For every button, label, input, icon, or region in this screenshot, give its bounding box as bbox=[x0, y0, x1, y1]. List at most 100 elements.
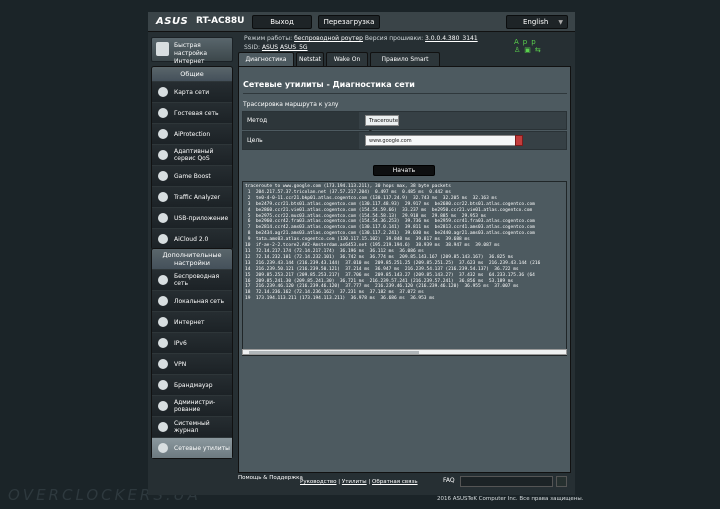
sidebar-item-guest-network[interactable]: Гостевая сеть bbox=[152, 102, 232, 123]
diagnostic-output[interactable]: traceroute to www.google.com (173.194.11… bbox=[242, 181, 567, 356]
status-bar: Режим работы: беспроводной роутер Версия… bbox=[244, 34, 478, 52]
wizard-icon bbox=[156, 42, 169, 56]
tab-wake-on-lan[interactable]: Wake On LAN bbox=[326, 52, 368, 76]
usb-status-icon[interactable]: ⇆ bbox=[535, 46, 545, 54]
method-row: Метод Traceroute ▾ bbox=[242, 111, 567, 135]
tab-network-analysis[interactable]: Диагностика сети bbox=[238, 52, 294, 76]
sidebar-item-label: Сетевые утилиты bbox=[174, 444, 230, 452]
logout-button[interactable]: Выход bbox=[252, 15, 312, 29]
sidebar-item-usb-app[interactable]: USB-приложение bbox=[152, 207, 232, 228]
feedback-link[interactable]: Обратная связь bbox=[372, 479, 418, 485]
cloud-icon bbox=[158, 234, 168, 244]
usb-icon bbox=[158, 213, 168, 223]
firmware-label: Версия прошивки: bbox=[364, 35, 424, 42]
sidebar-item-label: USB-приложение bbox=[174, 214, 229, 222]
footer-links: Руководство | Утилиты | Обратная связь bbox=[300, 479, 418, 485]
divider bbox=[243, 93, 567, 94]
shield-icon bbox=[158, 129, 168, 139]
ipv6-icon bbox=[158, 338, 168, 348]
horizontal-scrollbar[interactable] bbox=[242, 349, 567, 355]
target-input[interactable]: www.google.com bbox=[365, 135, 517, 146]
tab-smart-connect[interactable]: Правило Smart Connect bbox=[370, 52, 440, 76]
network-tools-icon bbox=[158, 443, 168, 453]
user-icon[interactable]: ♙ bbox=[514, 46, 524, 54]
sidebar-item-game-boost[interactable]: Game Boost bbox=[152, 165, 232, 186]
sidebar-item-system-log[interactable]: Системный журнал bbox=[152, 416, 232, 437]
search-icon[interactable] bbox=[556, 476, 567, 487]
sidebar-item-firewall[interactable]: Брандмауэр bbox=[152, 374, 232, 395]
ssid-5g-link[interactable]: ASUS_5G bbox=[280, 44, 308, 51]
reboot-button[interactable]: Перезагрузка bbox=[318, 15, 380, 29]
help-support-link[interactable]: Помощь & Поддержка bbox=[238, 475, 303, 481]
sidebar-item-label: AiProtection bbox=[174, 130, 211, 138]
copyright: 2016 ASUSTeK Computer Inc. Все права защ… bbox=[437, 496, 584, 502]
firmware-link[interactable]: 3.0.0.4.380_3141 bbox=[425, 35, 478, 42]
sidebar-item-qos[interactable]: Адаптивный сервис QoS bbox=[152, 144, 232, 165]
app-label[interactable]: App bbox=[514, 38, 540, 46]
sidebar-item-wan[interactable]: Интернет bbox=[152, 311, 232, 332]
asus-logo: ASUS bbox=[156, 16, 189, 27]
quick-setup-label: Быстрая настройка Интернет bbox=[174, 42, 208, 65]
globe-icon bbox=[158, 317, 168, 327]
sidebar-item-label: Карта сети bbox=[174, 88, 210, 96]
router-admin-frame: ASUS RT-AC88U Выход Перезагрузка English… bbox=[148, 12, 575, 495]
sidebar-item-ipv6[interactable]: IPv6 bbox=[152, 332, 232, 353]
system-log-icon bbox=[158, 422, 168, 432]
sidebar-item-vpn[interactable]: VPN bbox=[152, 353, 232, 374]
clients-icon[interactable]: ▣ bbox=[524, 46, 535, 54]
mode-link[interactable]: беспроводной роутер bbox=[294, 35, 363, 42]
firewall-icon bbox=[158, 380, 168, 390]
target-dropdown-button[interactable] bbox=[515, 135, 523, 146]
network-map-icon bbox=[158, 87, 168, 97]
guest-network-icon bbox=[158, 108, 168, 118]
ssid-24-link[interactable]: ASUS bbox=[262, 44, 278, 51]
vpn-icon bbox=[158, 359, 168, 369]
sidebar-item-label: Интернет bbox=[174, 318, 205, 326]
language-select[interactable]: English ▼ bbox=[506, 15, 568, 29]
sidebar-item-lan[interactable]: Локальная сеть bbox=[152, 290, 232, 311]
sidebar-item-traffic-analyzer[interactable]: Traffic Analyzer bbox=[152, 186, 232, 207]
sidebar-item-label: Game Boost bbox=[174, 172, 211, 180]
sidebar-item-label: AiCloud 2.0 bbox=[174, 235, 209, 243]
target-row: Цель www.google.com bbox=[242, 131, 567, 150]
faq-label: FAQ bbox=[443, 477, 455, 484]
utilities-link[interactable]: Утилиты bbox=[342, 479, 367, 485]
sidebar-item-label: Беспроводная сеть bbox=[174, 273, 220, 287]
language-value: English bbox=[523, 18, 549, 26]
sidebar-item-aicloud[interactable]: AiCloud 2.0 bbox=[152, 228, 232, 249]
start-button[interactable]: Начать bbox=[373, 165, 435, 176]
method-label: Метод bbox=[243, 112, 359, 129]
traffic-analyzer-icon bbox=[158, 192, 168, 202]
method-value: Traceroute bbox=[369, 118, 399, 124]
sidebar-item-label: Брандмауэр bbox=[174, 381, 213, 389]
home-icon bbox=[158, 296, 168, 306]
method-select[interactable]: Traceroute ▾ bbox=[365, 115, 399, 135]
main-content: Сетевые утилиты - Диагностика сети Трасс… bbox=[238, 66, 571, 473]
sidebar-item-label: Адаптивный сервис QoS bbox=[174, 148, 214, 162]
section-title: Трассировка маршрута к узлу bbox=[243, 101, 339, 108]
sidebar-item-label: IPv6 bbox=[174, 339, 187, 347]
quick-internet-setup-button[interactable]: Быстрая настройка Интернет bbox=[151, 37, 233, 65]
admin-icon bbox=[158, 401, 168, 411]
sidebar-item-label: Администри-рование bbox=[174, 399, 216, 413]
qos-icon bbox=[158, 150, 168, 160]
sidebar-item-administration[interactable]: Администри-рование bbox=[152, 395, 232, 416]
sidebar-item-label: Локальная сеть bbox=[174, 297, 224, 305]
sidebar-item-label: Гостевая сеть bbox=[174, 109, 219, 117]
sidebar-item-network-map[interactable]: Карта сети bbox=[152, 81, 232, 102]
faq-search-input[interactable] bbox=[460, 476, 553, 487]
scrollbar-thumb[interactable] bbox=[249, 351, 419, 354]
sidebar-item-label: VPN bbox=[174, 360, 187, 368]
wireless-icon bbox=[158, 275, 168, 285]
sidebar-item-label: Traffic Analyzer bbox=[174, 193, 221, 201]
chevron-down-icon: ▼ bbox=[558, 19, 563, 26]
sidebar-item-aiprotection[interactable]: AiProtection bbox=[152, 123, 232, 144]
manual-link[interactable]: Руководство bbox=[300, 479, 337, 485]
tab-netstat[interactable]: Netstat bbox=[296, 52, 324, 66]
mode-label: Режим работы: bbox=[244, 35, 293, 42]
sidebar-item-wireless[interactable]: Беспроводная сеть bbox=[152, 269, 232, 290]
footer: Помощь & Поддержка Руководство | Утилиты… bbox=[238, 475, 571, 491]
sidebar-item-network-tools[interactable]: Сетевые утилиты bbox=[152, 437, 232, 458]
sidebar-advanced: Дополнительные настройки Беспроводная се… bbox=[151, 248, 233, 459]
sidebar-general: Общие Карта сети Гостевая сеть AiProtect… bbox=[151, 66, 233, 250]
